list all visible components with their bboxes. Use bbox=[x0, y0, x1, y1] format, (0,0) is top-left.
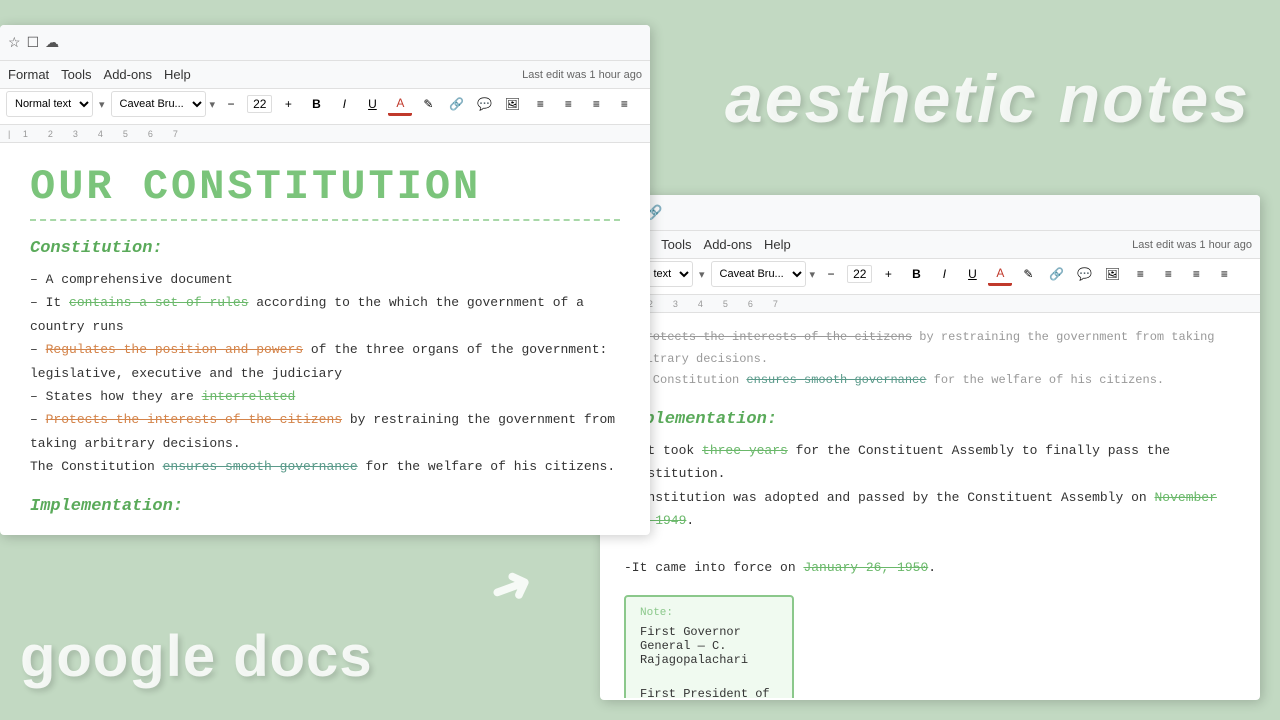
divider1: ▾ bbox=[99, 98, 105, 111]
left-document: ☆ ☐ ☁ Format Tools Add-ons Help Last edi… bbox=[0, 25, 650, 535]
align-right[interactable]: ≡ bbox=[584, 92, 608, 116]
right-align-left[interactable]: ≡ bbox=[1128, 262, 1152, 286]
style-select[interactable]: Normal text bbox=[6, 91, 93, 117]
highlight-rules: contains a set of rules bbox=[69, 295, 248, 310]
star-icon[interactable]: ☆ bbox=[8, 34, 21, 51]
right-link-btn2[interactable]: 🔗 bbox=[1044, 262, 1068, 286]
right-text-color-btn[interactable]: A bbox=[988, 262, 1012, 286]
font-increase[interactable]: + bbox=[276, 92, 300, 116]
right-underline-btn[interactable]: U bbox=[960, 262, 984, 286]
note-label: Note: bbox=[640, 607, 778, 619]
right-comment-btn[interactable]: 💬 bbox=[1072, 262, 1096, 286]
addons-menu[interactable]: Add-ons bbox=[104, 67, 152, 82]
right-menu-bar: Format Tools Add-ons Help Last edit was … bbox=[600, 231, 1260, 259]
divider2: ▾ bbox=[210, 98, 216, 111]
note-section: Note: First Governor General — C. Rajago… bbox=[624, 595, 1236, 698]
implementation-heading-right: Implementation: bbox=[624, 410, 1236, 429]
font-select[interactable]: Caveat Bru... bbox=[111, 91, 206, 117]
point-4: – States how they are interrelated bbox=[30, 385, 620, 408]
align-left[interactable]: ≡ bbox=[528, 92, 552, 116]
font-decrease[interactable]: − bbox=[219, 92, 243, 116]
highlight-nov: November 26, 1949 bbox=[624, 490, 1217, 528]
google-docs-title: google docs bbox=[20, 623, 373, 690]
folder-icon[interactable]: ☐ bbox=[27, 34, 40, 51]
impl-point-1: – It took three years for the Constituen… bbox=[624, 439, 1236, 486]
point-6: The Constitution ensures smooth governan… bbox=[30, 455, 620, 478]
note-box: Note: First Governor General — C. Rajago… bbox=[624, 595, 794, 698]
justify-btn[interactable]: ≡ bbox=[612, 92, 636, 116]
point-5: – Protects the interests of the citizens… bbox=[30, 408, 620, 455]
format-menu[interactable]: Format bbox=[8, 67, 49, 82]
text-color-btn[interactable]: A bbox=[388, 92, 412, 116]
bold-btn[interactable]: B bbox=[304, 92, 328, 116]
point-2: – It contains a set of rules according t… bbox=[30, 291, 620, 338]
left-menu-bar: Format Tools Add-ons Help Last edit was … bbox=[0, 61, 650, 89]
right-justify-btn[interactable]: ≡ bbox=[1212, 262, 1236, 286]
note-line-1: First Governor General — C. Rajagopalach… bbox=[640, 625, 778, 667]
right-font-select[interactable]: Caveat Bru... bbox=[711, 261, 806, 287]
left-toolbar-top: ☆ ☐ ☁ bbox=[0, 25, 650, 61]
last-edit-label: Last edit was 1 hour ago bbox=[522, 69, 642, 81]
doc-title: OUR CONSTITUTION bbox=[30, 163, 620, 221]
highlight-three-years: three years bbox=[702, 443, 788, 458]
right-highlight-gov: ensures smooth governance bbox=[746, 373, 926, 387]
right-intro-2: The Constitution ensures smooth governan… bbox=[624, 370, 1236, 392]
right-intro-1: – protects the interests of the citizens… bbox=[624, 327, 1236, 370]
underline-btn[interactable]: U bbox=[360, 92, 384, 116]
right-doc-content: – protects the interests of the citizens… bbox=[600, 313, 1260, 698]
help-menu[interactable]: Help bbox=[164, 67, 191, 82]
font-size-display: 22 bbox=[247, 95, 272, 113]
right-implementation-text: – It took three years for the Constituen… bbox=[624, 439, 1236, 579]
comment-btn[interactable]: 💬 bbox=[472, 92, 496, 116]
constitution-heading: Constitution: bbox=[30, 239, 620, 258]
highlight-jan: January 26, 1950 bbox=[803, 560, 928, 575]
point-3: – Regulates the position and powers of t… bbox=[30, 338, 620, 385]
right-ruler: | 1 2 3 4 5 6 7 bbox=[600, 295, 1260, 313]
highlight-governance: ensures smooth governance bbox=[163, 459, 358, 474]
right-intro-text: – protects the interests of the citizens… bbox=[624, 327, 1236, 392]
implementation-heading-left: Implementation: bbox=[30, 497, 620, 516]
right-tools-menu[interactable]: Tools bbox=[661, 237, 691, 252]
right-highlight-btn[interactable]: ✎ bbox=[1016, 262, 1040, 286]
right-bold-btn[interactable]: B bbox=[904, 262, 928, 286]
highlight-interrelated: interrelated bbox=[202, 389, 296, 404]
cloud-icon[interactable]: ☁ bbox=[45, 34, 59, 51]
aesthetic-notes-title: aesthetic notes bbox=[725, 60, 1250, 138]
highlight-btn[interactable]: ✎ bbox=[416, 92, 440, 116]
impl-point-2: -Constitution was adopted and passed by … bbox=[624, 486, 1236, 533]
right-align-center[interactable]: ≡ bbox=[1156, 262, 1180, 286]
right-last-edit-label: Last edit was 1 hour ago bbox=[1132, 239, 1252, 251]
right-font-decrease[interactable]: − bbox=[819, 262, 843, 286]
right-divider2: ▾ bbox=[810, 268, 816, 281]
left-doc-content: OUR CONSTITUTION Constitution: – A compr… bbox=[0, 143, 650, 533]
right-divider1: ▾ bbox=[699, 268, 705, 281]
right-image-btn[interactable]: 🖼 bbox=[1100, 262, 1124, 286]
link-btn[interactable]: 🔗 bbox=[444, 92, 468, 116]
right-toolbar-top: ☆ ☐ 🔗 bbox=[600, 195, 1260, 231]
highlight-protects: Protects the interests of the citizens bbox=[46, 412, 342, 427]
image-btn[interactable]: 🖼 bbox=[500, 92, 524, 116]
align-center[interactable]: ≡ bbox=[556, 92, 580, 116]
italic-btn[interactable]: I bbox=[332, 92, 356, 116]
left-ruler: | 1 2 3 4 5 6 7 bbox=[0, 125, 650, 143]
impl-point-3: -It came into force on January 26, 1950. bbox=[624, 556, 1236, 579]
right-format-bar: Normal text ▾ Caveat Bru... ▾ − 22 + B I… bbox=[600, 259, 1260, 295]
right-addons-menu[interactable]: Add-ons bbox=[704, 237, 752, 252]
right-italic-btn[interactable]: I bbox=[932, 262, 956, 286]
point-1: – A comprehensive document bbox=[30, 268, 620, 291]
tools-menu[interactable]: Tools bbox=[61, 67, 91, 82]
right-font-size-display: 22 bbox=[847, 265, 872, 283]
right-document: ☆ ☐ 🔗 Format Tools Add-ons Help Last edi… bbox=[600, 195, 1260, 700]
right-align-right[interactable]: ≡ bbox=[1184, 262, 1208, 286]
doc-body-text: – A comprehensive document – It contains… bbox=[30, 268, 620, 479]
right-font-increase[interactable]: + bbox=[876, 262, 900, 286]
right-help-menu[interactable]: Help bbox=[764, 237, 791, 252]
left-format-bar: Normal text ▾ Caveat Bru... ▾ − 22 + B I… bbox=[0, 89, 650, 125]
highlight-regulates: Regulates the position and powers bbox=[46, 342, 303, 357]
note-line-2: First President of Indian Union — Dr Raj… bbox=[640, 687, 778, 698]
